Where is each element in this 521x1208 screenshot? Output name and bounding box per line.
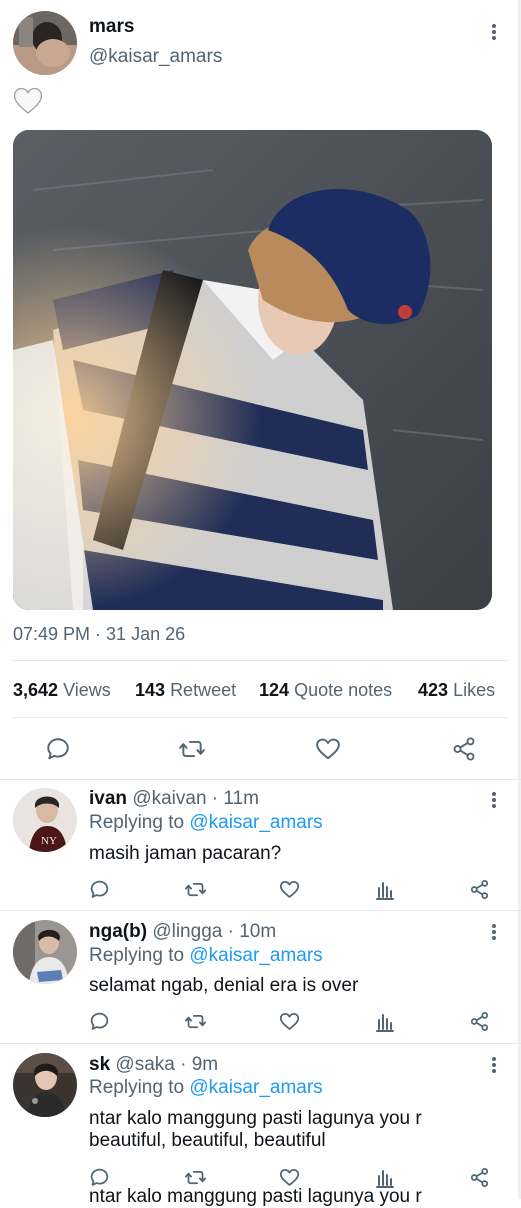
post-image[interactable] — [13, 130, 492, 610]
reply-display-name[interactable]: nga(b) — [89, 921, 147, 942]
reply-text-line: beautiful, beautiful, beautiful — [89, 1130, 326, 1151]
reply-header: nga(b) @lingga · 10m — [89, 921, 276, 943]
replying-to: Replying to @kaisar_amars — [89, 945, 323, 967]
quote-stat[interactable]: 124 Quote notes — [259, 680, 392, 701]
svg-text:NY: NY — [41, 835, 57, 847]
post-stats: 3,642 Views — [13, 680, 111, 701]
analytics-icon[interactable] — [375, 1167, 395, 1188]
retweet-icon[interactable] — [184, 1167, 207, 1188]
retweet-icon[interactable] — [177, 736, 207, 762]
quote-label: Quote notes — [294, 680, 393, 700]
reply-display-name[interactable]: ivan — [89, 788, 127, 809]
like-icon[interactable] — [279, 1011, 300, 1032]
likes-label: Likes — [453, 680, 496, 700]
reply-avatar[interactable] — [13, 920, 77, 984]
likes-stat[interactable]: 423 Likes — [418, 680, 495, 701]
share-icon[interactable] — [469, 1011, 490, 1032]
retweet-stat[interactable]: 143 Retweet — [135, 680, 236, 701]
author-display-name[interactable]: mars — [89, 16, 134, 38]
reply-handle-time[interactable]: @saka · 9m — [115, 1054, 218, 1075]
replying-to-link[interactable]: @kaisar_amars — [189, 1077, 322, 1098]
divider — [0, 1043, 521, 1044]
divider — [13, 717, 507, 718]
retweet-label: Retweet — [170, 680, 237, 700]
reply-icon[interactable] — [89, 879, 110, 900]
divider — [13, 660, 507, 661]
replying-to: Replying to @kaisar_amars — [89, 1077, 323, 1099]
reply-text: selamat ngab, denial era is over — [89, 975, 359, 996]
views-stat[interactable]: 3,642 Views — [13, 680, 111, 700]
views-count: 3,642 — [13, 680, 59, 700]
reply-header: sk @saka · 9m — [89, 1054, 218, 1076]
retweet-icon[interactable] — [184, 1011, 207, 1032]
more-options-icon[interactable] — [487, 23, 501, 41]
share-icon[interactable] — [469, 1167, 490, 1188]
reply-header: ivan @kaivan · 11m — [89, 788, 259, 810]
replying-to-label: Replying to — [89, 1077, 185, 1098]
like-icon[interactable] — [315, 736, 341, 762]
reply-more-icon[interactable] — [487, 1056, 501, 1074]
author-avatar[interactable] — [13, 11, 77, 75]
analytics-icon[interactable] — [375, 1011, 395, 1032]
reply-text: masih jaman pacaran? — [89, 843, 282, 864]
replying-to-link[interactable]: @kaisar_amars — [189, 812, 322, 833]
reply-avatar[interactable] — [13, 1053, 77, 1117]
reply-display-name[interactable]: sk — [89, 1054, 110, 1075]
reply-icon[interactable] — [89, 1011, 110, 1032]
replying-to-label: Replying to — [89, 945, 185, 966]
replying-to-label: Replying to — [89, 812, 185, 833]
divider — [0, 910, 521, 911]
reply-more-icon[interactable] — [487, 791, 501, 809]
views-label: Views — [63, 680, 111, 700]
post-timestamp[interactable]: 07:49 PM · 31 Jan 26 — [13, 624, 185, 645]
reply-avatar[interactable]: NY — [13, 788, 77, 852]
retweet-count: 143 — [135, 680, 166, 700]
replying-to: Replying to @kaisar_amars — [89, 812, 323, 834]
reply-text-line: ntar kalo manggung pasti lagunya you r — [89, 1108, 422, 1129]
likes-count: 423 — [418, 680, 449, 700]
retweet-icon[interactable] — [184, 879, 207, 900]
divider — [0, 779, 521, 780]
white-heart-emoji — [13, 87, 43, 115]
analytics-icon[interactable] — [375, 879, 395, 900]
reply-handle-time[interactable]: @kaivan · 11m — [132, 788, 259, 809]
reply-more-icon[interactable] — [487, 923, 501, 941]
replying-to-link[interactable]: @kaisar_amars — [189, 945, 322, 966]
like-icon[interactable] — [279, 879, 300, 900]
reply-icon[interactable] — [89, 1167, 110, 1188]
reply-handle-time[interactable]: @lingga · 10m — [152, 921, 276, 942]
cut-off-next-text: ntar kalo manggung pasti lagunya you r — [89, 1186, 422, 1207]
author-handle[interactable]: @kaisar_amars — [89, 46, 222, 68]
share-icon[interactable] — [469, 879, 490, 900]
reply-icon[interactable] — [45, 736, 71, 762]
quote-count: 124 — [259, 680, 290, 700]
share-icon[interactable] — [451, 736, 477, 762]
like-icon[interactable] — [279, 1167, 300, 1188]
